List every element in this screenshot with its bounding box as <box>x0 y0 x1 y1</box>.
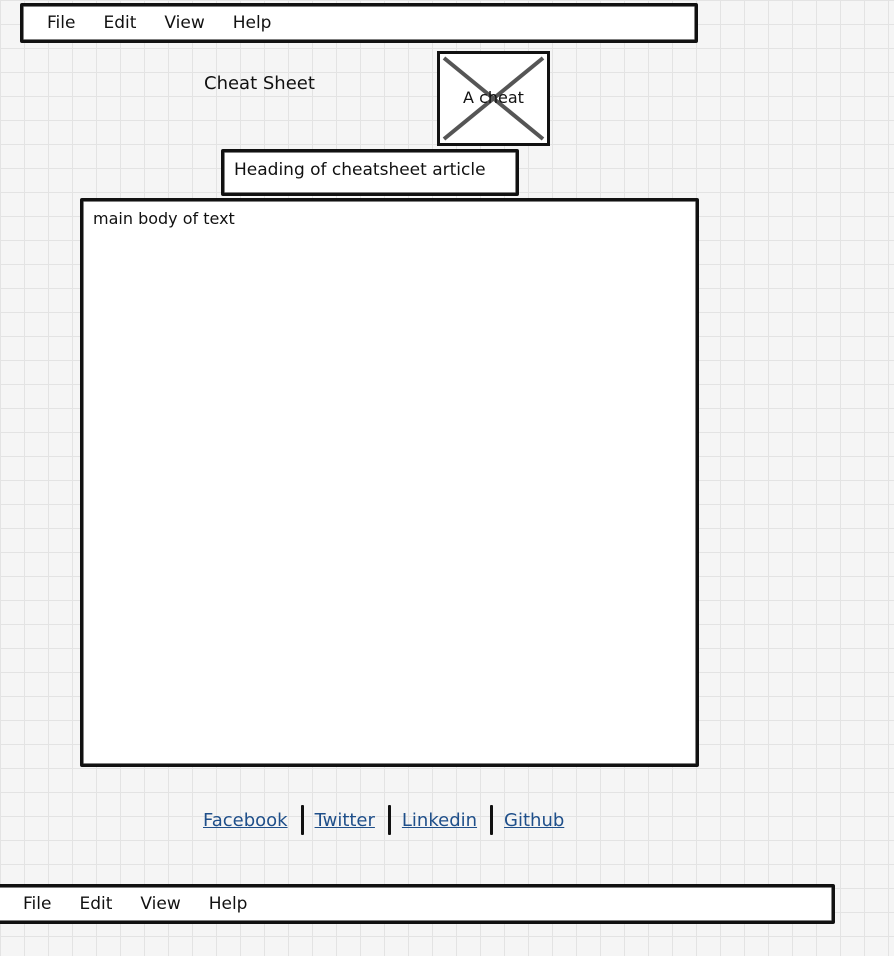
menu-help[interactable]: Help <box>195 894 262 914</box>
article-body-text: main body of text <box>93 209 235 228</box>
menu-view[interactable]: View <box>126 894 194 914</box>
menu-edit[interactable]: Edit <box>65 894 126 914</box>
menu-view[interactable]: View <box>150 13 218 33</box>
bottom-menu-bar: File Edit View Help <box>0 884 835 924</box>
footer-social-links: Facebook Twitter Linkedin Github <box>203 804 564 836</box>
twitter-link[interactable]: Twitter <box>315 810 375 831</box>
link-separator <box>300 805 304 835</box>
link-separator <box>490 805 494 835</box>
menu-edit[interactable]: Edit <box>89 13 150 33</box>
facebook-link[interactable]: Facebook <box>203 810 288 831</box>
menu-help[interactable]: Help <box>219 13 286 33</box>
github-link[interactable]: Github <box>504 810 564 831</box>
linkedin-link[interactable]: Linkedin <box>402 810 477 831</box>
menu-file[interactable]: File <box>0 894 65 914</box>
menu-file[interactable]: File <box>23 13 89 33</box>
article-heading: Heading of cheatsheet article <box>221 149 519 196</box>
logo-image-placeholder: A cheat <box>437 51 550 146</box>
article-body[interactable]: main body of text <box>80 198 699 767</box>
link-separator <box>387 805 391 835</box>
logo-caption: A cheat <box>463 88 524 107</box>
top-menu-bar: File Edit View Help <box>20 3 698 43</box>
site-title: Cheat Sheet <box>204 73 315 94</box>
